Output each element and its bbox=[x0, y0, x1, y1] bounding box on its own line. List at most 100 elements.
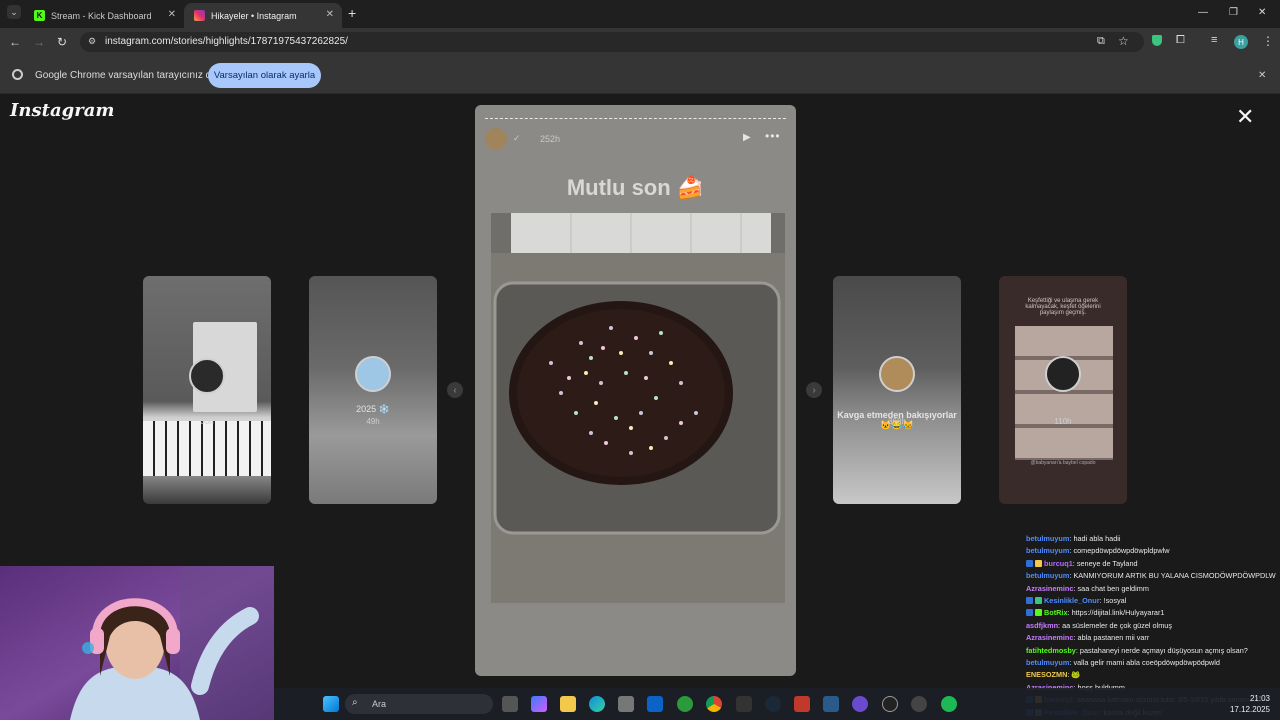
story-avatar bbox=[189, 358, 225, 394]
window-close-button[interactable]: ✕ bbox=[1258, 7, 1266, 18]
chat-message: betulmuyum: valla gelir mami abla coeöpd… bbox=[1026, 658, 1220, 667]
forward-icon[interactable]: → bbox=[33, 35, 45, 49]
taskbar-search[interactable]: ⌕ bbox=[345, 694, 493, 714]
chat-username[interactable]: Kesinlikle_Onur bbox=[1044, 596, 1100, 605]
story-thumbnail-2025[interactable]: 2025 ❄️ 49h bbox=[309, 276, 437, 504]
copilot-icon[interactable] bbox=[531, 696, 547, 712]
chat-text: : saa chat ben geldimm bbox=[1073, 583, 1149, 593]
instagram-logo[interactable]: Instagram bbox=[10, 100, 114, 121]
chat-message: betulmuyum: hadi abla hadii bbox=[1026, 534, 1121, 543]
app-purple-icon[interactable] bbox=[852, 696, 868, 712]
outlook-icon[interactable] bbox=[647, 696, 663, 712]
chat-message: betulmuyum: comepdöwpdöwpdöwpldpwlw bbox=[1026, 546, 1170, 555]
back-icon[interactable]: ← bbox=[9, 35, 21, 49]
story-thumbnail-collage[interactable]: Keşfettiği ve ulaşma gerek kalmayacak, k… bbox=[999, 276, 1127, 504]
file-explorer-icon[interactable] bbox=[560, 696, 576, 712]
tab-instagram[interactable]: Hikayeler • Instagram ✕ bbox=[184, 3, 342, 28]
clock-time: 21:03 bbox=[1249, 694, 1270, 703]
chat-text: : https://dijital.link/Hulyayarar1 bbox=[1067, 608, 1165, 618]
store-icon[interactable] bbox=[618, 696, 634, 712]
infobar-message: Google Chrome varsayılan tarayıcınız değ… bbox=[35, 70, 227, 81]
chat-username[interactable]: Azrasineminc bbox=[1026, 633, 1073, 642]
url-text[interactable]: instagram.com/stories/highlights/1787197… bbox=[105, 36, 348, 47]
chat-username[interactable]: burcuq1 bbox=[1044, 559, 1073, 568]
chat-text: : aa süslemeler de çok güzel olmuş bbox=[1058, 620, 1173, 630]
profile-avatar[interactable]: H bbox=[1234, 35, 1248, 49]
collage-image bbox=[1015, 326, 1113, 460]
webcam-overlay bbox=[0, 566, 274, 720]
task-view-icon[interactable] bbox=[502, 696, 518, 712]
chat-username[interactable]: asdfjkmn bbox=[1026, 621, 1058, 630]
set-default-button[interactable]: Varsayılan olarak ayarla bbox=[208, 63, 321, 88]
close-icon[interactable]: ✕ bbox=[326, 9, 334, 20]
new-tab-button[interactable]: + bbox=[348, 5, 356, 21]
taskbar-search-placeholder: Ara bbox=[372, 699, 387, 709]
app-wing-icon[interactable] bbox=[823, 696, 839, 712]
maximize-button[interactable]: ❐ bbox=[1229, 7, 1238, 18]
chat-username[interactable]: fatihtedmosby bbox=[1026, 646, 1076, 655]
close-icon[interactable]: ✕ bbox=[1236, 106, 1254, 128]
chat-message: fatihtedmosby: pastahaneyi nerde açmayı … bbox=[1026, 646, 1248, 655]
story-avatar bbox=[879, 356, 915, 392]
bookmark-star-icon[interactable]: ☆ bbox=[1118, 34, 1129, 48]
chat-username[interactable]: Azrasineminc bbox=[1026, 584, 1073, 593]
install-app-icon[interactable]: ⧉ bbox=[1097, 35, 1105, 48]
chat-badge-icon bbox=[1035, 559, 1042, 567]
app-circle-icon[interactable] bbox=[911, 696, 927, 712]
more-options-icon[interactable]: ••• bbox=[765, 129, 781, 143]
search-icon: ⌕ bbox=[352, 697, 358, 708]
reload-icon[interactable]: ↻ bbox=[57, 35, 67, 49]
story-time: 252h bbox=[540, 134, 561, 144]
story-title: Mutlu son 🍰 bbox=[566, 175, 705, 200]
chat-badge-icon bbox=[1026, 597, 1033, 604]
steam-icon[interactable] bbox=[765, 696, 781, 712]
active-story[interactable]: ✓ 252h ▶ ••• Mutlu son 🍰 bbox=[475, 105, 796, 676]
chat-username[interactable]: ENESOZMN bbox=[1026, 670, 1067, 679]
chat-username[interactable]: betulmuyum bbox=[1026, 571, 1069, 580]
previous-story-button[interactable]: ‹ bbox=[447, 382, 463, 398]
chat-username[interactable]: betulmuyum bbox=[1026, 546, 1069, 555]
story-thumbnail-cats[interactable]: Kavga etmeden bakışıyorlar 🐱😂😹 368h bbox=[833, 276, 961, 504]
chat-text: : !sosyal bbox=[1099, 596, 1127, 605]
windows-start-icon[interactable] bbox=[323, 696, 339, 712]
next-story-button[interactable]: › bbox=[806, 382, 822, 398]
infobar-close-icon[interactable]: ✕ bbox=[1258, 70, 1266, 81]
story-avatar bbox=[355, 356, 391, 392]
chat-message: Azrasineminc: saa chat ben geldimm bbox=[1026, 584, 1149, 593]
app-red-icon[interactable] bbox=[794, 696, 810, 712]
story-avatar bbox=[1045, 356, 1081, 392]
chat-message: Azrasineminc: abla pastanen mii varr bbox=[1026, 633, 1149, 642]
story-time: 49h bbox=[366, 417, 380, 426]
play-icon[interactable]: ▶ bbox=[743, 132, 751, 143]
menu-icon[interactable]: ⋮ bbox=[1262, 34, 1274, 48]
chat-username[interactable]: BotRix bbox=[1044, 608, 1068, 617]
story-avatar[interactable] bbox=[485, 128, 507, 150]
chat-badge-icon bbox=[1035, 597, 1042, 604]
chat-username[interactable]: betulmuyum bbox=[1026, 534, 1069, 543]
tab-search-icon[interactable]: ⌄ bbox=[7, 5, 21, 19]
epic-games-icon[interactable] bbox=[736, 696, 752, 712]
edge-icon[interactable] bbox=[589, 696, 605, 712]
system-clock[interactable]: 21:03 17.12.2025 bbox=[1222, 693, 1270, 715]
obs-icon[interactable] bbox=[882, 696, 898, 712]
kick-icon: K bbox=[34, 10, 45, 21]
story-footer: @babyanarı'a baybel copado bbox=[1030, 460, 1096, 466]
chrome-taskbar-icon[interactable] bbox=[706, 696, 722, 712]
chat-text: : valla gelir mami abla coeöpdöwpdöwpödp… bbox=[1069, 658, 1220, 667]
extensions-icon[interactable]: ⧠ bbox=[1176, 34, 1185, 47]
chat-username[interactable]: betulmuyum bbox=[1026, 658, 1069, 667]
tab-kick-dashboard[interactable]: K Stream - Kick Dashboard ✕ bbox=[24, 3, 184, 28]
close-icon[interactable]: ✕ bbox=[168, 9, 176, 20]
chat-text: : seneye de Tayland bbox=[1072, 558, 1138, 568]
chat-message: BotRix: https://dijital.link/Hulyayarar1 bbox=[1026, 608, 1164, 617]
shield-extension-icon[interactable] bbox=[1152, 35, 1162, 46]
xbox-icon[interactable] bbox=[677, 696, 693, 712]
media-controls-icon[interactable]: ≡ bbox=[1211, 34, 1217, 46]
chat-badge-icon bbox=[1026, 609, 1033, 617]
site-info-icon[interactable]: ⚙ bbox=[88, 36, 96, 47]
story-label: 2025 ❄️ bbox=[356, 404, 390, 414]
spotify-icon[interactable] bbox=[941, 696, 957, 712]
minimize-button[interactable]: — bbox=[1198, 7, 1208, 18]
story-thumbnail-piano[interactable]: 35h bbox=[143, 276, 271, 504]
chat-text: : KANMIYORUM ARTIK BU YALANA CISMODÖWPDÖ… bbox=[1069, 571, 1276, 581]
